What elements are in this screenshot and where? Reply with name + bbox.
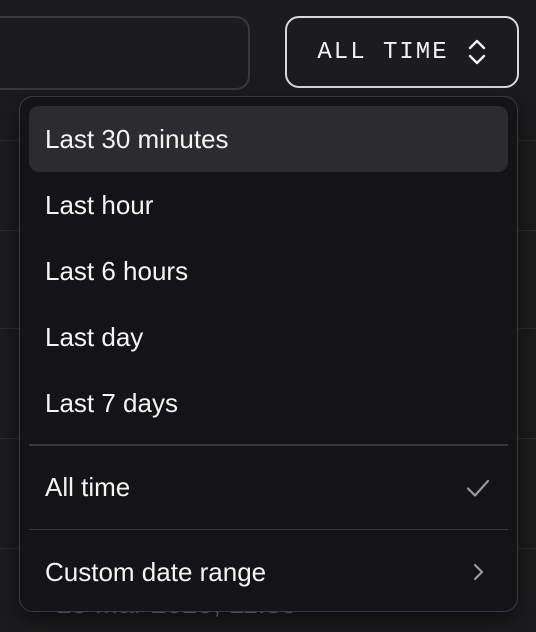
menu-item-last-hour[interactable]: Last hour (29, 172, 508, 238)
menu-item-last-30-minutes[interactable]: Last 30 minutes (29, 106, 508, 172)
search-input[interactable] (0, 16, 250, 90)
menu-item-label: Custom date range (45, 556, 267, 587)
time-range-menu: Last 30 minutes Last hour Last 6 hours L… (19, 96, 518, 612)
menu-item-label: Last 30 minutes (45, 123, 229, 154)
menu-item-label: Last 6 hours (45, 255, 189, 286)
menu-item-all-time[interactable]: All time (29, 455, 508, 521)
menu-item-last-6-hours[interactable]: Last 6 hours (29, 238, 508, 304)
menu-item-label: Last hour (45, 189, 154, 220)
menu-divider (29, 528, 508, 530)
chevron-right-icon (464, 558, 492, 586)
menu-item-last-7-days[interactable]: Last 7 days (29, 370, 508, 436)
menu-item-custom-date-range[interactable]: Custom date range (29, 539, 508, 605)
time-range-selected-label: ALL TIME (317, 38, 449, 66)
menu-divider (29, 444, 508, 446)
check-icon (464, 474, 492, 502)
menu-item-label: Last day (45, 321, 144, 352)
page: 15 Mar 2025, 11:30 ALL TIME Last 30 minu… (0, 0, 536, 632)
chevron-up-down-icon (467, 38, 487, 66)
menu-item-label: All time (45, 472, 131, 502)
time-range-select[interactable]: ALL TIME (285, 16, 519, 88)
menu-item-label: Last 7 days (45, 387, 178, 418)
menu-item-last-day[interactable]: Last day (29, 304, 508, 370)
